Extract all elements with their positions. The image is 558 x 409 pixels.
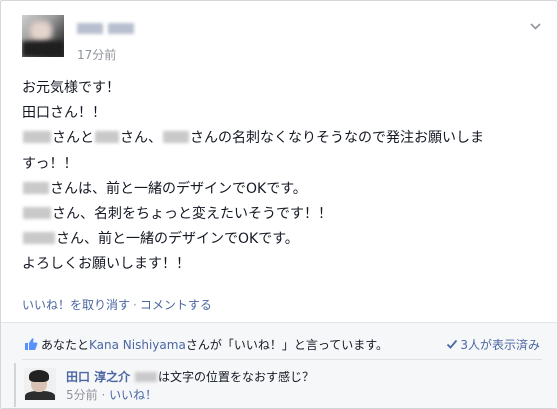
separator-dot: · <box>133 298 137 312</box>
likes-summary: あなたとKana Nishiyamaさんが「いいね！」と言っています。 <box>24 336 388 354</box>
comment-timestamp[interactable]: 5分前 <box>66 388 98 402</box>
redacted-name <box>135 372 158 382</box>
post-body: お元気様です！ 田口さん！！ さんと さん、 さんの名刺なくなりそうなので発注お願い… <box>22 76 542 278</box>
redacted-name <box>23 232 55 245</box>
post-line: お元気様です！ <box>22 80 120 96</box>
comment-meta: 5分前 · いいね！ <box>66 386 157 403</box>
post-line: 田口さん！！ <box>22 105 106 122</box>
comment-body: 田口 淳之介 は文字の位置をなおす感じ？ <box>66 370 315 384</box>
comment-link[interactable]: コメントする <box>140 298 212 312</box>
checkmark-icon <box>447 339 458 349</box>
author-name-redacted[interactable] <box>77 19 172 34</box>
seen-by-link[interactable]: 3人が表示済み <box>446 336 540 353</box>
unlike-link[interactable]: いいね！を取り消す <box>22 298 130 312</box>
post-line: さんは、前と一緒のデザインでOKです。 <box>22 177 542 202</box>
post-line: よろしくお願いします！！ <box>22 256 190 273</box>
post-line: さんと さん、 さんの名刺なくなりそうなので発注お願いしま <box>22 126 542 151</box>
commenter-avatar[interactable] <box>24 368 56 400</box>
divider <box>22 359 542 360</box>
liker-name-link[interactable]: Kana Nishiyama <box>89 338 186 352</box>
redacted-name <box>23 181 49 194</box>
separator-dot: · <box>101 388 106 402</box>
commenter-name-link[interactable]: 田口 淳之介 <box>66 370 130 384</box>
author-avatar[interactable] <box>22 15 64 57</box>
post-card: 17分前 お元気様です！ 田口さん！！ さんと さん、 さんの名刺なくなりそうなので… <box>0 0 558 409</box>
post-timestamp[interactable]: 17分前 <box>77 46 116 63</box>
redacted-name <box>23 131 51 144</box>
post-line: すっ！！ <box>22 155 78 172</box>
comment-like-link[interactable]: いいね！ <box>109 388 157 402</box>
chevron-down-icon[interactable] <box>530 21 541 32</box>
post-line: さん、前と一緒のデザインでOKです。 <box>22 227 542 252</box>
like-thumb-icon <box>25 338 38 350</box>
redacted-name <box>163 131 189 144</box>
redacted-name <box>95 131 119 144</box>
comment-indent-bar <box>14 363 16 407</box>
post-line: さん、名刺をちょっと変えたいそうです！！ <box>22 202 542 227</box>
redacted-name <box>23 207 51 220</box>
post-actions: いいね！を取り消す · コメントする <box>22 296 212 313</box>
